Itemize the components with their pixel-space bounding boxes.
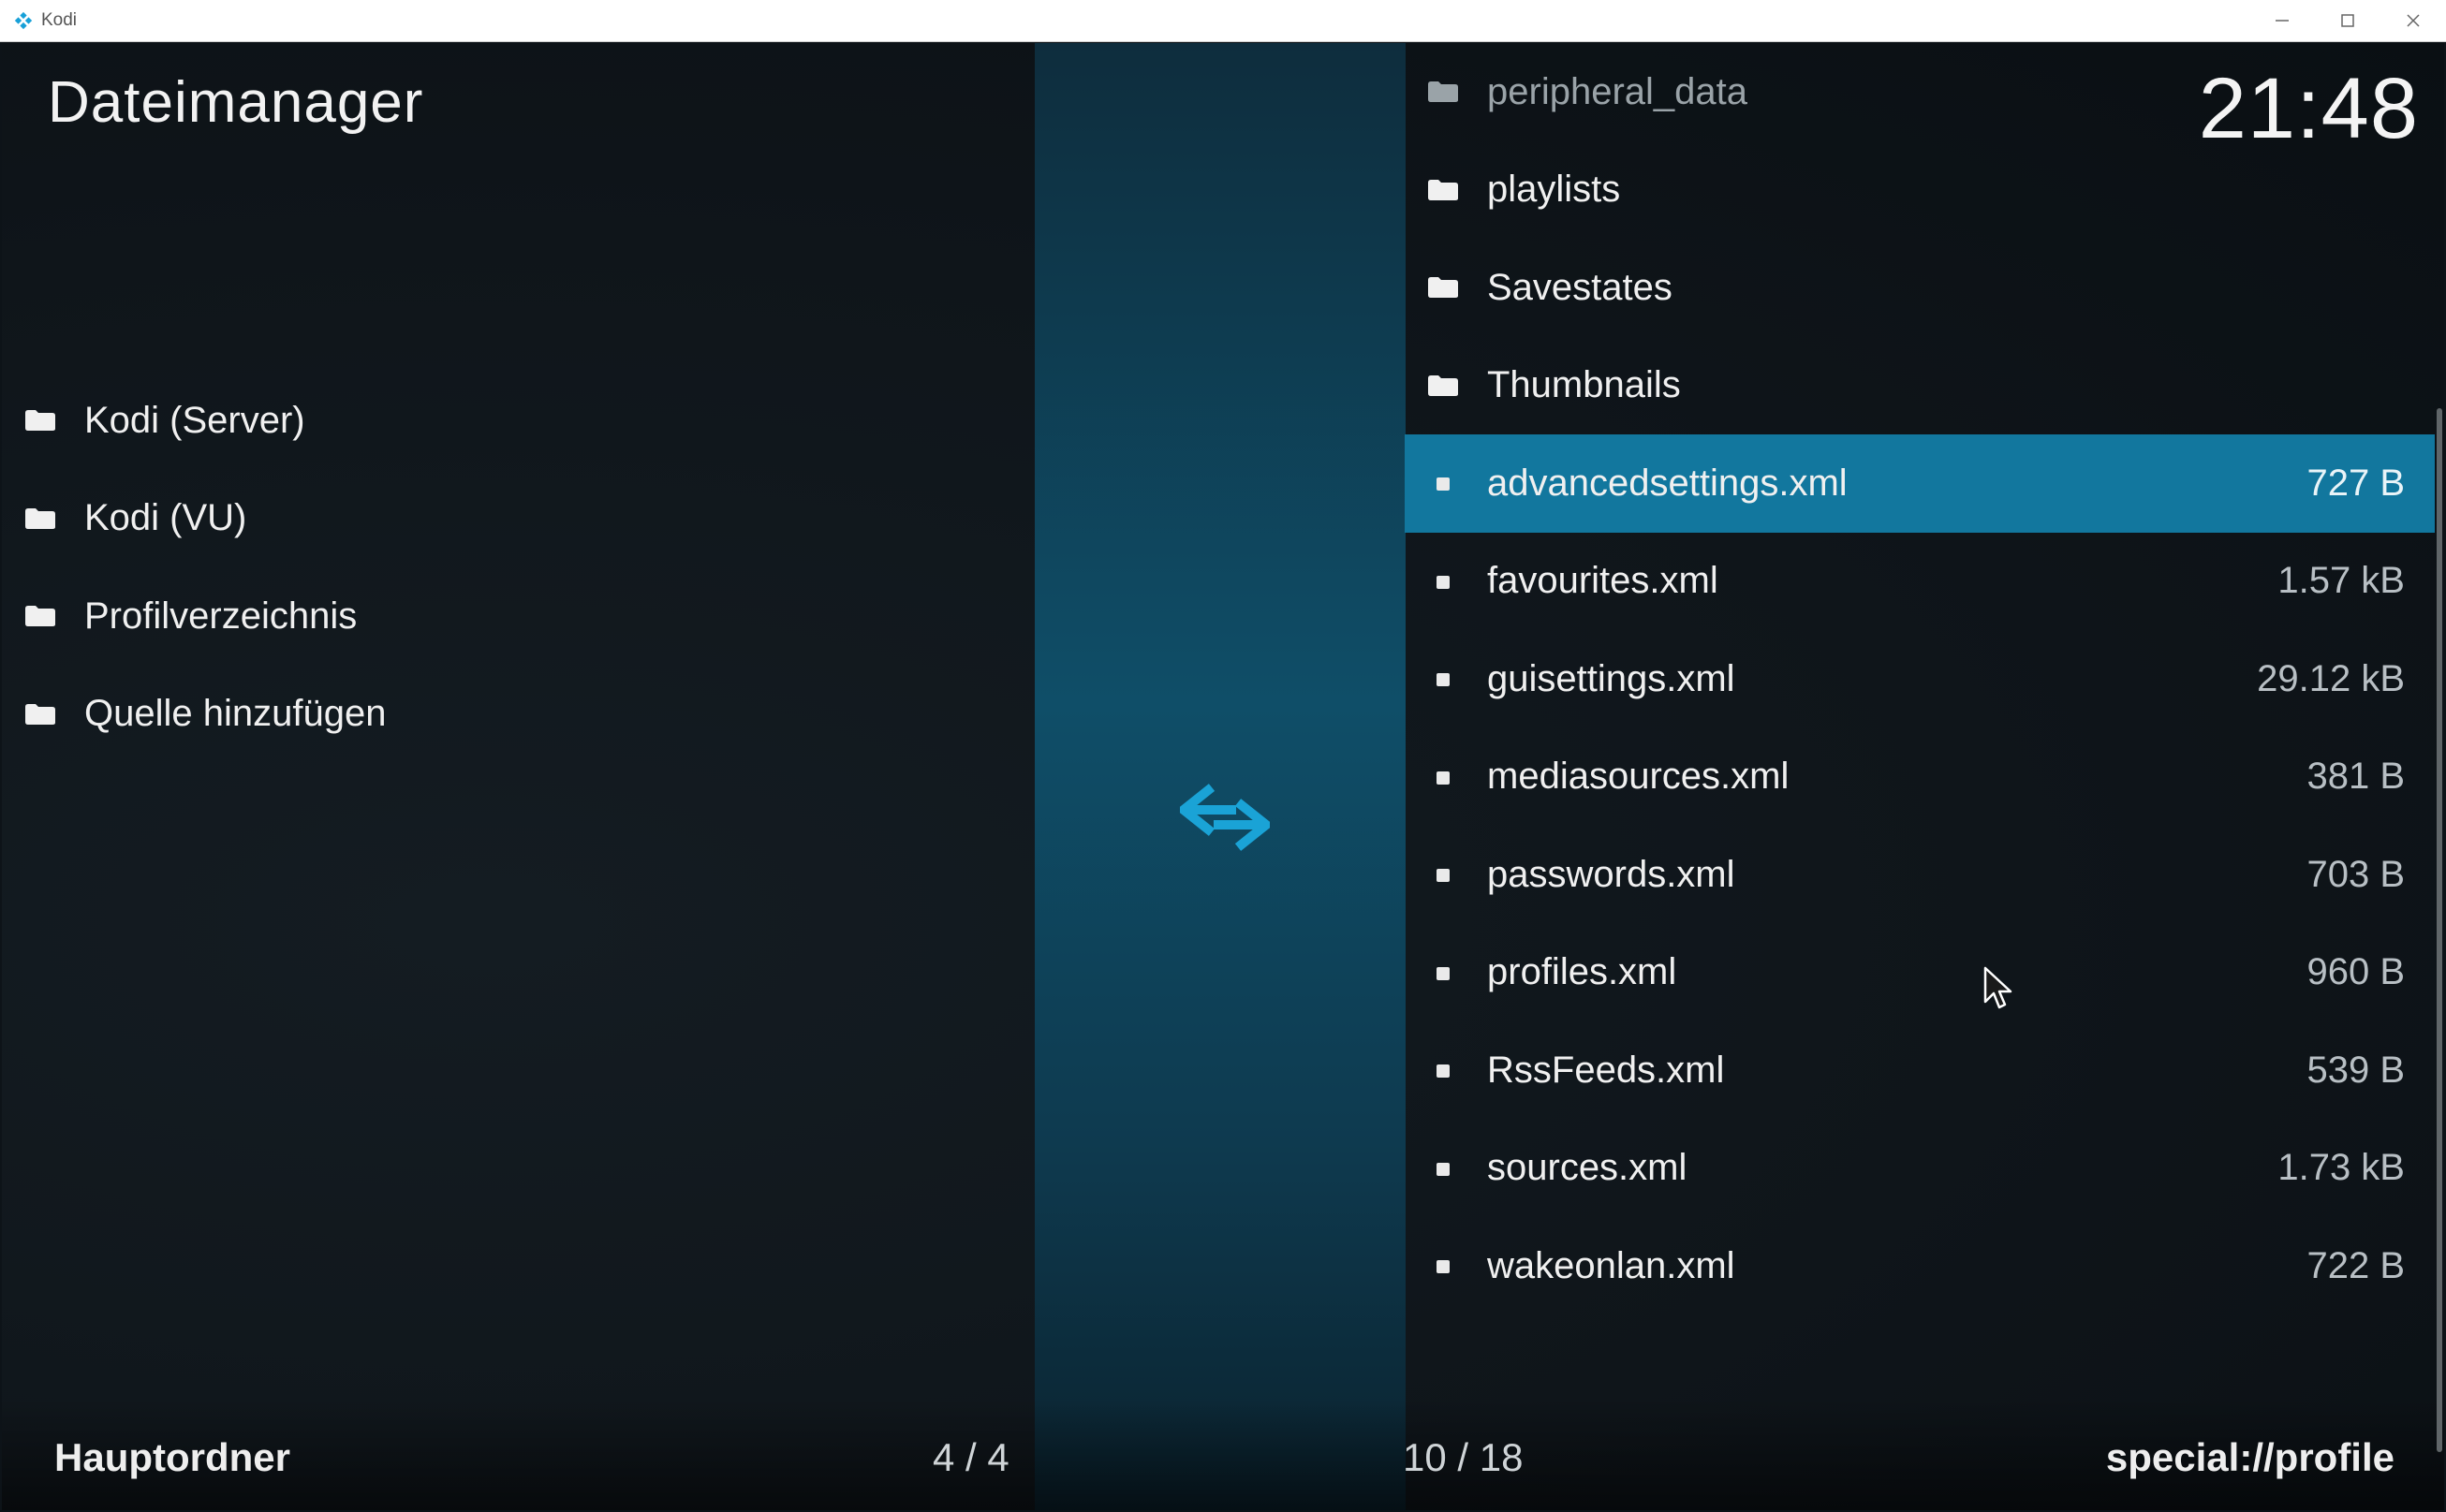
folder-icon xyxy=(24,703,56,726)
list-item-label: Profilverzeichnis xyxy=(84,595,358,637)
folder-icon xyxy=(24,605,56,627)
folder-icon xyxy=(1427,374,1459,397)
maximize-icon xyxy=(2341,14,2354,27)
minimize-icon xyxy=(2276,20,2289,22)
kodi-logo-icon xyxy=(14,11,33,30)
list-item-label: Kodi (Server) xyxy=(84,399,305,441)
file-bullet-icon xyxy=(1437,575,1450,589)
left-file-list: Kodi (Server) Kodi (VU) Profilverzeichni… xyxy=(2,372,1035,763)
list-item[interactable]: Quelle hinzufügen xyxy=(2,666,1035,764)
list-item[interactable]: peripheral_data xyxy=(1405,43,2435,141)
kodi-app: Dateimanager 21:48 Kodi (Server) Kodi (V… xyxy=(2,43,2444,1510)
file-size: 1.73 kB xyxy=(2277,1147,2405,1189)
file-bullet-icon xyxy=(1437,1162,1450,1176)
list-item[interactable]: playlists xyxy=(1405,141,2435,240)
right-list-scrollbar[interactable] xyxy=(2437,408,2442,1452)
file-size: 1.57 kB xyxy=(2277,560,2405,602)
right-file-list: peripheral_data playlists Savestates Thu… xyxy=(1405,43,2435,1315)
file-size: 727 B xyxy=(2306,462,2405,504)
list-item-selected[interactable]: advancedsettings.xml 727 B xyxy=(1405,434,2435,533)
right-panel-count: 10 / 18 xyxy=(1403,1435,1524,1479)
list-item-label: favourites.xml xyxy=(1487,560,1718,602)
swap-arrows-icon[interactable] xyxy=(1180,778,1270,853)
close-button[interactable] xyxy=(2380,0,2446,41)
list-item[interactable]: Kodi (Server) xyxy=(2,372,1035,470)
page-title: Dateimanager xyxy=(48,70,424,135)
window-titlebar: Kodi xyxy=(0,0,2446,42)
list-item[interactable]: Kodi (VU) xyxy=(2,470,1035,568)
mouse-cursor-icon xyxy=(1983,966,2012,1009)
folder-icon xyxy=(24,409,56,432)
folder-icon xyxy=(1427,276,1459,299)
folder-icon xyxy=(24,507,56,530)
file-size: 960 B xyxy=(2306,951,2405,993)
list-item[interactable]: guisettings.xml 29.12 kB xyxy=(1405,630,2435,728)
left-panel-footer-label: Hauptordner xyxy=(54,1435,290,1479)
file-size: 381 B xyxy=(2306,756,2405,798)
list-item-label: mediasources.xml xyxy=(1487,756,1790,798)
close-icon xyxy=(2407,14,2420,27)
minimize-button[interactable] xyxy=(2249,0,2315,41)
file-bullet-icon xyxy=(1437,477,1450,491)
footer-shade xyxy=(2,1398,2444,1510)
list-item-label: wakeonlan.xml xyxy=(1487,1244,1735,1286)
list-item-label: guisettings.xml xyxy=(1487,657,1735,699)
center-divider xyxy=(1035,43,1406,1510)
list-item-label: advancedsettings.xml xyxy=(1487,462,1848,504)
list-item-label: passwords.xml xyxy=(1487,853,1735,895)
list-item[interactable]: mediasources.xml 381 B xyxy=(1405,728,2435,827)
list-item-label: Savestates xyxy=(1487,266,1672,308)
folder-icon xyxy=(1427,81,1459,103)
file-bullet-icon xyxy=(1437,966,1450,980)
file-bullet-icon xyxy=(1437,673,1450,686)
file-bullet-icon xyxy=(1437,869,1450,882)
file-size: 703 B xyxy=(2306,853,2405,895)
left-panel-count: 4 / 4 xyxy=(933,1435,1009,1479)
list-item-label: Thumbnails xyxy=(1487,364,1681,406)
maximize-button[interactable] xyxy=(2315,0,2380,41)
file-size: 539 B xyxy=(2306,1049,2405,1091)
list-item[interactable]: Profilverzeichnis xyxy=(2,567,1035,666)
list-item[interactable]: Thumbnails xyxy=(1405,337,2435,435)
list-item[interactable]: Savestates xyxy=(1405,239,2435,337)
list-item-label: playlists xyxy=(1487,169,1621,211)
file-size: 29.12 kB xyxy=(2257,657,2405,699)
list-item-label: RssFeeds.xml xyxy=(1487,1049,1725,1091)
window-title: Kodi xyxy=(41,10,78,30)
list-item[interactable]: RssFeeds.xml 539 B xyxy=(1405,1021,2435,1120)
file-bullet-icon xyxy=(1437,1260,1450,1273)
list-item[interactable]: passwords.xml 703 B xyxy=(1405,826,2435,924)
list-item-label: peripheral_data xyxy=(1487,70,1747,112)
file-bullet-icon xyxy=(1437,1064,1450,1078)
list-item-label: sources.xml xyxy=(1487,1147,1687,1189)
list-item[interactable]: sources.xml 1.73 kB xyxy=(1405,1120,2435,1218)
list-item[interactable]: wakeonlan.xml 722 B xyxy=(1405,1217,2435,1315)
file-bullet-icon xyxy=(1437,771,1450,785)
list-item[interactable]: favourites.xml 1.57 kB xyxy=(1405,533,2435,631)
list-item-label: Kodi (VU) xyxy=(84,497,247,539)
file-size: 722 B xyxy=(2306,1244,2405,1286)
list-item-label: Quelle hinzufügen xyxy=(84,693,387,735)
right-panel-path: special://profile xyxy=(2105,1435,2394,1479)
list-item-label: profiles.xml xyxy=(1487,951,1677,993)
folder-icon xyxy=(1427,179,1459,201)
list-item[interactable]: profiles.xml 960 B xyxy=(1405,924,2435,1022)
